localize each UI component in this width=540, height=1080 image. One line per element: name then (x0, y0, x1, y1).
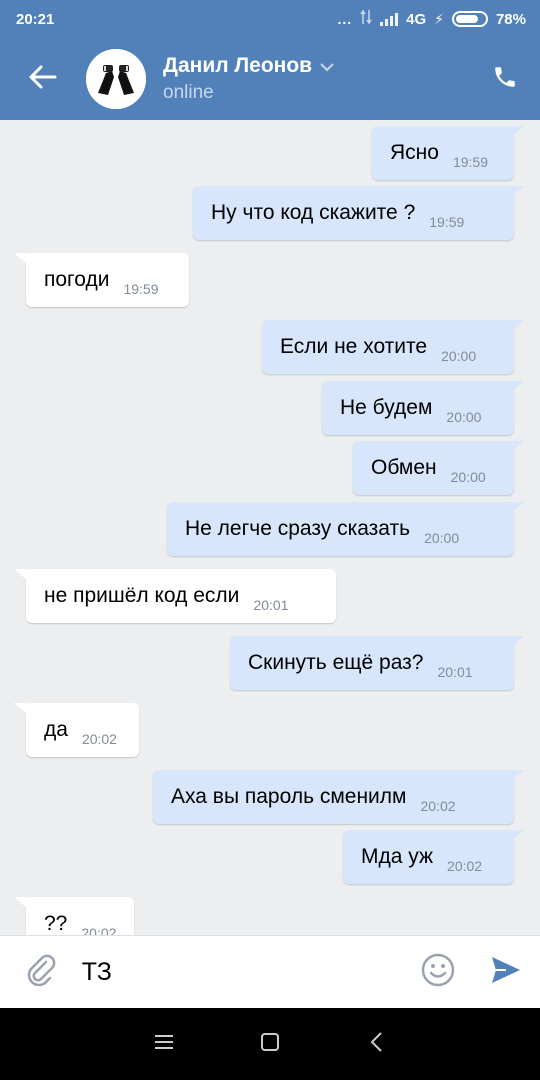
message-time: 19:59 (452, 154, 488, 170)
message-bubble-incoming[interactable]: да 20:02 (26, 703, 139, 757)
message-text: не пришёл код если (44, 584, 240, 607)
nav-back-button[interactable] (323, 1008, 429, 1080)
notification-dots: ... (337, 11, 353, 27)
avatar-image (86, 49, 146, 109)
message-text: ?? (44, 912, 68, 935)
status-time: 20:21 (16, 10, 55, 28)
bubble-tail (510, 186, 524, 198)
bubble-tail (510, 770, 524, 782)
nav-home-button[interactable] (217, 1008, 323, 1080)
message-text: Мда уж (361, 845, 434, 868)
send-button[interactable] (472, 936, 540, 1009)
message-bubble-outgoing[interactable]: Мда уж 20:02 (343, 830, 514, 884)
message-bubble-outgoing[interactable]: Скинуть ещё раз? 20:01 (230, 636, 514, 690)
chevron-down-icon (320, 54, 334, 78)
message-bubble-outgoing[interactable]: Ну что код скажите ? 19:59 (193, 186, 514, 240)
message-time: 19:59 (429, 214, 465, 230)
bubble-tail (510, 636, 524, 648)
status-bar: 20:21 ... 4G ⚡ 78% (0, 0, 540, 38)
bubble-tail (14, 703, 28, 715)
phone-icon (492, 64, 518, 95)
message-input[interactable] (81, 957, 404, 987)
nav-menu-button[interactable] (111, 1008, 217, 1080)
paperclip-icon (26, 954, 56, 991)
message-text: погоди (44, 268, 110, 291)
message-time: 20:02 (81, 925, 117, 935)
message-bubble-incoming[interactable]: не пришёл код если 20:01 (26, 569, 336, 623)
message-time: 20:02 (420, 798, 456, 814)
message-time: 20:00 (424, 530, 460, 546)
charging-icon: ⚡ (434, 10, 444, 27)
message-text: Не будем (340, 396, 433, 419)
bubble-tail (510, 126, 524, 138)
bubble-tail (510, 320, 524, 332)
call-button[interactable] (470, 38, 540, 120)
message-bubble-outgoing[interactable]: Ясно 19:59 (372, 126, 514, 180)
chevron-left-icon (369, 1031, 383, 1058)
message-text: Скинуть ещё раз? (248, 651, 424, 674)
message-time: 19:59 (123, 281, 159, 297)
bubble-tail (14, 253, 28, 265)
message-bubble-incoming[interactable]: погоди 19:59 (26, 253, 189, 307)
message-bubble-incoming[interactable]: ?? 20:02 (26, 897, 134, 935)
bubble-tail (510, 830, 524, 842)
smiley-icon (421, 953, 455, 992)
battery-fill (455, 15, 478, 23)
message-bubble-outgoing[interactable]: Не легче сразу сказать 20:00 (167, 502, 514, 556)
message-time: 20:01 (253, 597, 289, 613)
contact-info[interactable]: Данил Леонов online (163, 54, 470, 104)
message-bubble-outgoing[interactable]: Если не хотите 20:00 (262, 320, 514, 374)
back-button[interactable] (0, 38, 86, 120)
menu-icon (154, 1034, 174, 1055)
bubble-tail (14, 897, 28, 909)
system-nav-bar (0, 1008, 540, 1080)
contact-status: online (163, 82, 214, 103)
bubble-tail (510, 441, 524, 453)
message-text: Аха вы пароль сменилм (171, 785, 407, 808)
emoji-button[interactable] (404, 936, 472, 1009)
battery-icon (451, 11, 488, 27)
message-bubble-outgoing[interactable]: Обмен 20:00 (353, 441, 514, 495)
battery-percent: 78% (495, 10, 526, 28)
signal-icon (380, 12, 399, 26)
send-icon (490, 955, 522, 990)
message-time: 20:00 (441, 348, 477, 364)
arrow-left-icon (29, 65, 57, 94)
message-list[interactable]: Ясно 19:59 Ну что код скажите ? 19:59 погоди… (0, 120, 540, 935)
network-type: 4G (406, 10, 427, 28)
message-time: 20:01 (437, 664, 473, 680)
message-text: Ясно (390, 141, 439, 164)
message-time: 20:02 (447, 858, 483, 874)
square-icon (260, 1032, 280, 1057)
message-bubble-outgoing[interactable]: Аха вы пароль сменилм 20:02 (153, 770, 514, 824)
bubble-tail (14, 569, 28, 581)
data-transfer-icon (360, 9, 372, 29)
avatar[interactable] (86, 49, 146, 109)
message-composer (0, 935, 540, 1008)
message-bubble-outgoing[interactable]: Не будем 20:00 (322, 381, 514, 435)
contact-name-row: Данил Леонов (163, 54, 470, 78)
bubble-tail (510, 381, 524, 393)
status-icons: ... 4G ⚡ 78% (337, 9, 526, 29)
message-text: Обмен (371, 456, 437, 479)
message-text: Ну что код скажите ? (211, 201, 416, 224)
bubble-tail (510, 502, 524, 514)
message-time: 20:00 (446, 409, 482, 425)
attach-button[interactable] (0, 936, 82, 1009)
chat-header: Данил Леонов online (0, 38, 540, 120)
message-text: Если не хотите (280, 335, 428, 358)
contact-name: Данил Леонов (163, 54, 313, 77)
message-text: да (44, 718, 68, 741)
message-time: 20:00 (450, 469, 486, 485)
message-time: 20:02 (81, 731, 117, 747)
message-text: Не легче сразу сказать (185, 517, 411, 540)
